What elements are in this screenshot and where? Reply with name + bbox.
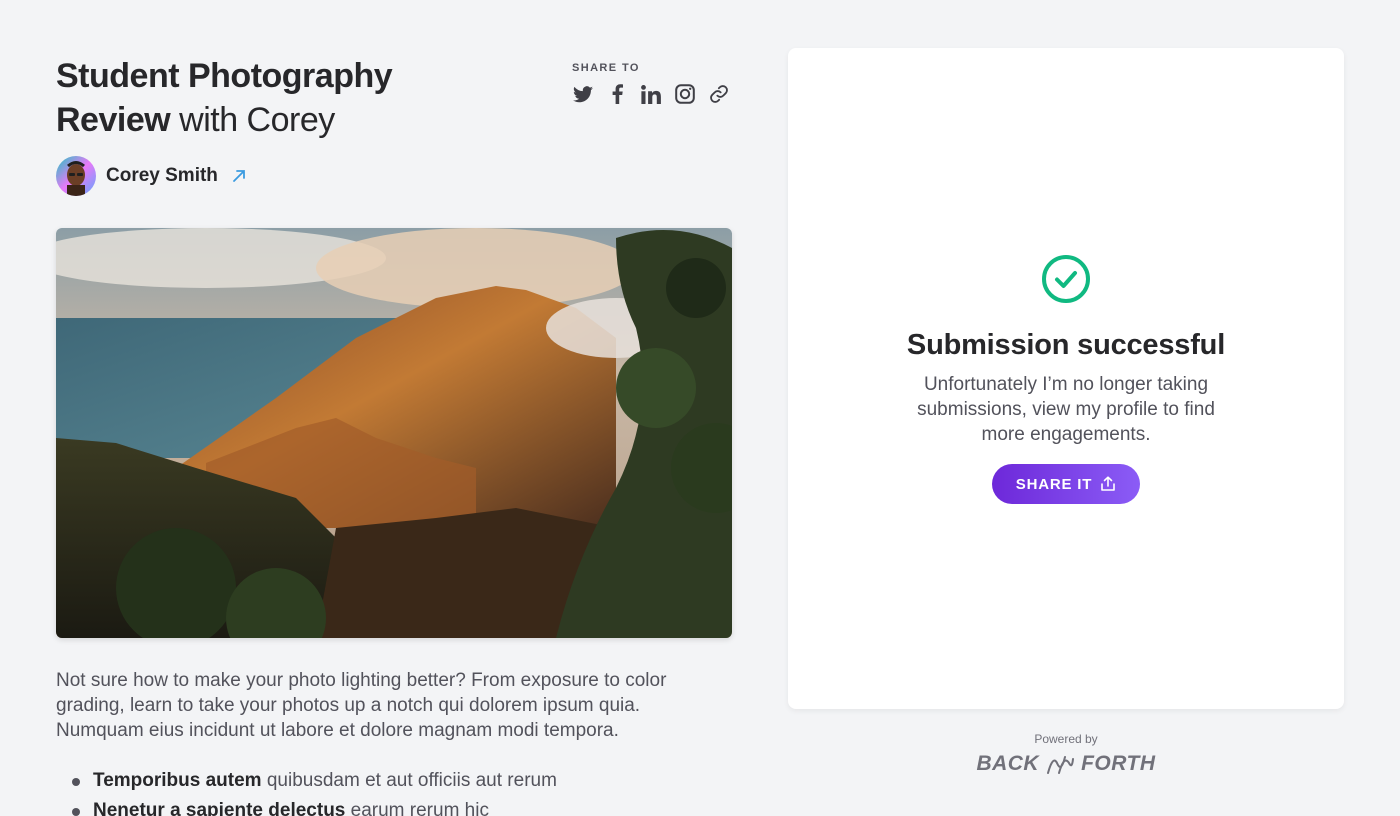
bullet-bold: Nenetur a sapiente delectus xyxy=(93,800,346,816)
author-name[interactable]: Corey Smith xyxy=(106,165,218,187)
facebook-icon[interactable] xyxy=(606,83,628,105)
powered-label: Powered by xyxy=(1034,732,1098,746)
instagram-icon[interactable] xyxy=(674,83,696,105)
left-column: Student Photography Review with Corey SH… xyxy=(56,0,732,816)
powered-by: Powered by BACK FORTH xyxy=(788,732,1344,776)
card-title: Submission successful xyxy=(906,329,1226,361)
share-it-label: SHARE IT xyxy=(1015,475,1093,493)
bullet-list: Temporibus autem quibusdam et aut offici… xyxy=(56,766,732,816)
author[interactable]: Corey Smith xyxy=(56,156,246,196)
title-bold-2: Review xyxy=(56,101,171,139)
page-title: Student Photography Review with Corey xyxy=(56,54,476,142)
description: Not sure how to make your photo lighting… xyxy=(56,670,667,741)
title-light: with Corey xyxy=(179,101,335,139)
logo-mark-icon xyxy=(1047,756,1075,774)
logo-right: FORTH xyxy=(1081,752,1156,775)
linkedin-icon[interactable] xyxy=(640,83,662,105)
back-and-forth-logo[interactable]: BACK FORTH xyxy=(976,752,1155,776)
card-message: Unfortunately I’m no longer taking submi… xyxy=(917,374,1215,445)
share-label: SHARE TO xyxy=(572,62,640,74)
link-icon[interactable] xyxy=(708,83,730,105)
bullet-bold: Temporibus autem xyxy=(93,770,262,791)
bullet-text: quibusdam et aut officiis aut rerum xyxy=(261,770,557,791)
share-it-button[interactable]: SHARE IT xyxy=(991,464,1141,504)
share-to: SHARE TO xyxy=(572,62,742,105)
share-icons xyxy=(572,83,742,105)
share-upload-icon xyxy=(1101,476,1116,491)
list-item: Nenetur a sapiente delectus earum rerum … xyxy=(56,796,732,816)
success-check-icon xyxy=(1042,255,1090,303)
avatar[interactable] xyxy=(56,156,96,196)
twitter-icon[interactable] xyxy=(572,83,594,105)
logo-left: BACK xyxy=(976,752,1040,775)
external-arrow-icon xyxy=(233,170,245,182)
cover-photo xyxy=(56,228,732,638)
bullet-text: earum rerum hic xyxy=(345,800,489,816)
card-content: Submission successful Unfortunately I’m … xyxy=(788,254,1344,504)
list-item: Temporibus autem quibusdam et aut offici… xyxy=(56,766,732,796)
submission-card: Submission successful Unfortunately I’m … xyxy=(788,48,1344,709)
title-bold-1: Student Photography xyxy=(56,57,393,95)
